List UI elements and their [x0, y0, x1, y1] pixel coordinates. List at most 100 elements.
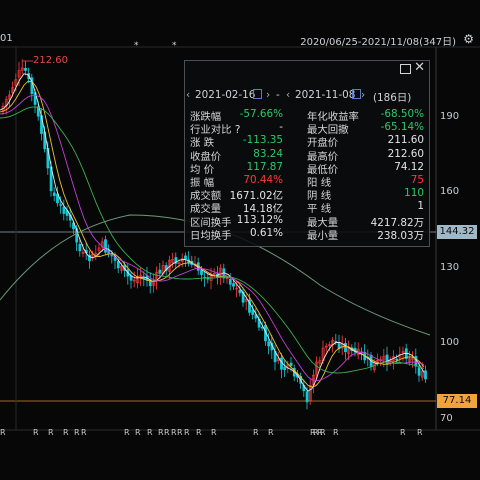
candle-body [232, 283, 235, 287]
panel-header: ✕ [185, 60, 429, 77]
candle-body [283, 366, 287, 370]
stat-value: 75 [410, 174, 424, 186]
r-marker: R [164, 428, 170, 437]
stat-row: 均 价 117.87 最低价 74.12 [185, 160, 429, 176]
r-marker: R [253, 428, 259, 437]
stat-label: 日均换手 [190, 229, 232, 242]
stat-value: 70.44% [243, 174, 283, 186]
start-date[interactable]: 2021-02-16 [195, 89, 255, 101]
r-marker: R [196, 428, 202, 437]
r-marker: R [417, 428, 423, 437]
candle-body [228, 278, 232, 285]
stat-row: 成交额 1671.02亿阴 线 110 [185, 187, 429, 202]
day-count: (186日) [373, 92, 412, 104]
stat-value: 83.24 [253, 147, 283, 160]
r-marker: R [320, 428, 326, 437]
stat-value: -68.50% [380, 108, 424, 120]
r-marker: R [147, 428, 153, 437]
candle-body [62, 206, 66, 214]
header-left-label: 01 [0, 33, 13, 44]
candle-body [52, 192, 56, 196]
r-marker: R [211, 428, 217, 437]
calendar-icon[interactable] [253, 89, 262, 99]
stat-value: 238.03万 [377, 229, 424, 242]
candle-body [289, 362, 293, 366]
stat-row: 收盘价 83.24 最高价 212.60 [185, 147, 429, 163]
stat-row: 涨跌幅 -57.66% 年化收益率 -68.50% [185, 108, 429, 123]
calendar-icon[interactable] [352, 89, 361, 99]
candle-body [424, 370, 427, 380]
stat-value: 212.60 [387, 147, 424, 160]
candle-body [116, 261, 120, 269]
stat-value: 113.12% [236, 213, 283, 226]
stat-value: - [279, 121, 283, 134]
prev-end-icon[interactable]: ‹ [286, 89, 290, 101]
r-marker: R [63, 428, 69, 437]
stat-value: 0.61% [249, 226, 283, 239]
candle-body [78, 244, 82, 252]
stat-value: 1 [417, 200, 424, 213]
candle-body [59, 204, 63, 206]
candle-body [200, 270, 203, 275]
candle-body [344, 343, 347, 353]
current-price-tag: 144.32 [437, 225, 477, 239]
date-dash: - [276, 89, 280, 101]
stat-label: 最小量 [307, 229, 339, 242]
stat-value: 211.60 [387, 134, 424, 147]
r-marker: R [158, 428, 164, 437]
r-marker: R [135, 428, 141, 437]
stock-chart-app: 01 2020/06/25-2021/11/08(347日) ⚙ * * 212… [0, 0, 480, 480]
candle-body [305, 391, 309, 403]
stat-value: 117.87 [246, 160, 283, 173]
price-tick: 100 [440, 337, 460, 348]
stat-value: -57.66% [239, 108, 283, 120]
candle-body [24, 67, 27, 71]
candle-body [184, 255, 187, 260]
candle-body [395, 358, 399, 361]
price-tick: 190 [440, 111, 460, 122]
interval-stats-panel: ✕ ‹ 2021-02-16 › - ‹ 2021-11-08 › (186日)… [184, 60, 430, 247]
close-icon[interactable]: ✕ [414, 60, 425, 75]
stat-row: 区间换手 113.12% 最大量 4217.82万 [185, 213, 429, 229]
event-star-marker[interactable]: * [134, 41, 139, 51]
stat-row: 日均换手 0.61% 最小量 238.03万 [185, 226, 429, 242]
r-marker: R [171, 428, 177, 437]
stat-value: 110 [404, 187, 424, 200]
candle-body [251, 310, 255, 315]
high-price-marker: 212.60 [33, 55, 68, 66]
stat-value: -65.14% [380, 121, 424, 134]
candle-body [158, 269, 162, 274]
event-star-marker[interactable]: * [172, 41, 177, 51]
gear-icon[interactable]: ⚙ [463, 32, 474, 46]
r-marker: R [33, 428, 39, 437]
low-price-tag: 77.14 [437, 394, 477, 408]
stat-row: 振 幅 70.44% 阳 线 75 [185, 174, 429, 189]
candle-body [280, 357, 283, 370]
r-marker: R [333, 428, 339, 437]
prev-start-icon[interactable]: ‹ [186, 89, 190, 101]
candle-body [238, 289, 242, 294]
end-date[interactable]: 2021-11-08 [295, 89, 355, 101]
stat-value: 74.12 [394, 160, 424, 173]
r-marker: R [48, 428, 54, 437]
stat-row: 涨 跌 -113.35 开盘价 211.60 [185, 134, 429, 149]
r-marker: R [0, 428, 6, 437]
date-selector: ‹ 2021-02-16 › - ‹ 2021-11-08 › (186日) [185, 89, 429, 105]
price-tick: 160 [440, 186, 460, 197]
stat-value: -113.35 [242, 134, 283, 147]
price-tick: 130 [440, 262, 460, 273]
candle-body [417, 367, 421, 376]
minimize-icon[interactable] [400, 64, 411, 74]
price-tick: 70 [440, 413, 453, 424]
r-marker: R [268, 428, 274, 437]
date-range-label[interactable]: 2020/06/25-2021/11/08(347日) [300, 33, 456, 48]
chart-header: 01 2020/06/25-2021/11/08(347日) ⚙ [0, 0, 480, 48]
r-marker: R [124, 428, 130, 437]
next-start-icon[interactable]: › [266, 89, 270, 101]
r-marker: R [177, 428, 183, 437]
r-marker: R [74, 428, 80, 437]
next-end-icon[interactable]: › [361, 89, 365, 101]
stat-row: 行业对比 ? - 最大回撤 -65.14% [185, 121, 429, 136]
r-marker: R [400, 428, 406, 437]
r-marker: R [184, 428, 190, 437]
